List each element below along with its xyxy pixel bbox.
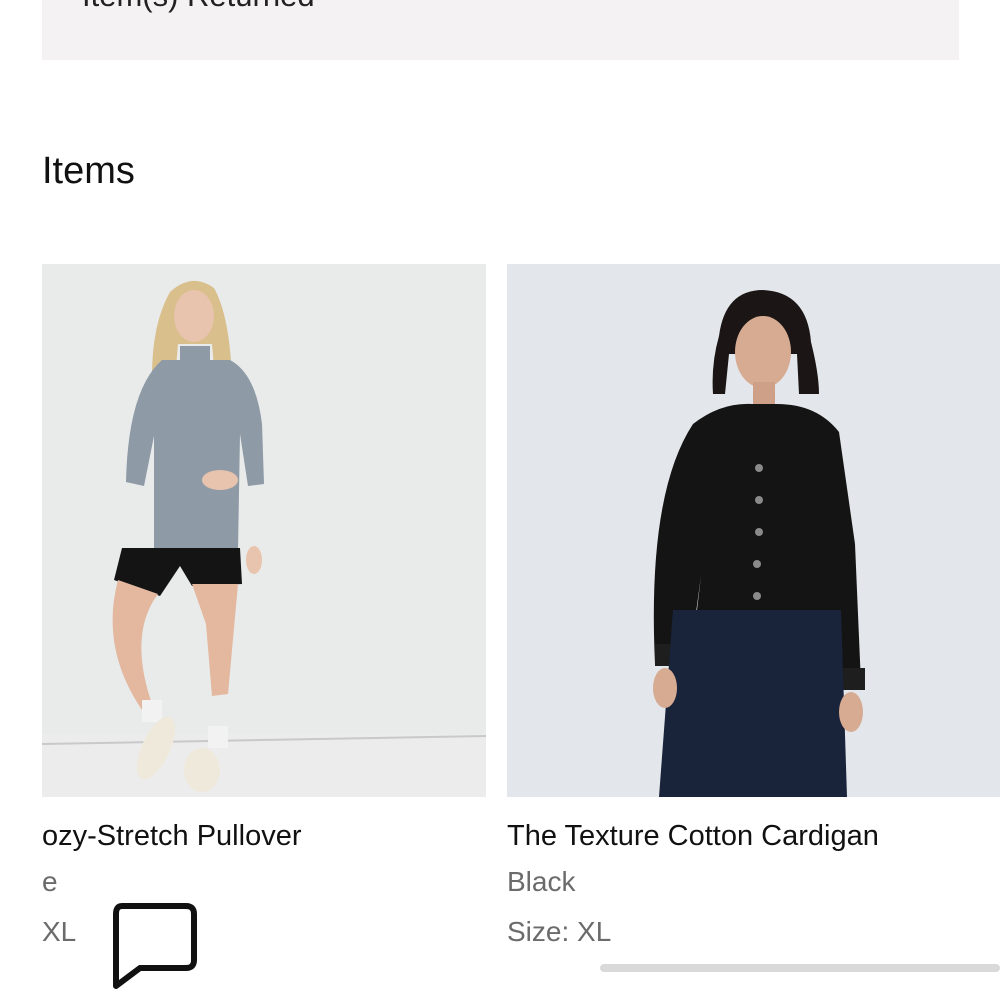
item-name-pullover[interactable]: ozy-Stretch Pullover [42, 819, 302, 853]
return-status-box: Item(s) Returned [42, 0, 959, 60]
carousel-scrollbar[interactable] [600, 964, 1000, 972]
chat-bubble-icon [113, 903, 197, 989]
item-name-cardigan[interactable]: The Texture Cotton Cardigan [507, 819, 879, 853]
order-details-page: Item(s) Returned Items [0, 0, 1000, 1000]
items-carousel[interactable]: ozy-Stretch Pullover e XL The Texture Co… [0, 264, 1000, 1000]
item-image-cardigan[interactable] [507, 264, 1000, 797]
item-image-pullover[interactable] [42, 264, 486, 797]
item-size-cardigan: Size: XL [507, 916, 612, 947]
items-section-title: Items [42, 150, 135, 192]
chat-button[interactable] [108, 900, 200, 992]
item-color-pullover: e [42, 866, 58, 897]
cardigan-photo [507, 264, 1000, 797]
pullover-photo [42, 264, 486, 797]
item-color-cardigan: Black [507, 866, 576, 897]
item-size-pullover: XL [42, 916, 77, 947]
return-status-text: Item(s) Returned [82, 0, 315, 14]
